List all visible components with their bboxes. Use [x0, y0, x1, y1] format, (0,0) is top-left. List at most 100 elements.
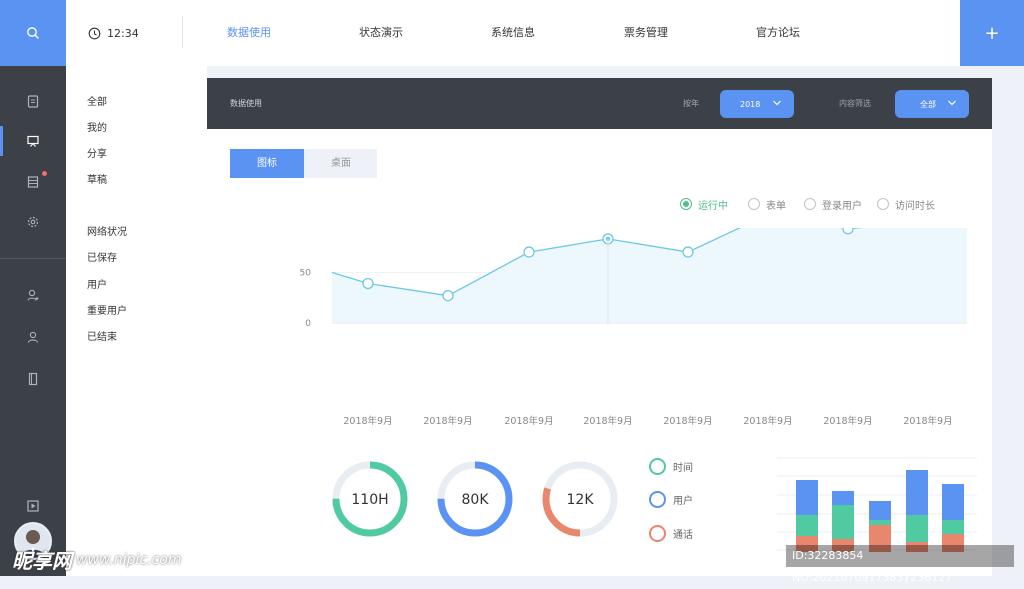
- book-icon: [28, 372, 38, 386]
- legend-form-label: 表单: [766, 200, 786, 212]
- search-button[interactable]: [0, 0, 66, 66]
- year-label: 按年: [683, 99, 699, 108]
- bar-segment-green: [906, 515, 928, 542]
- data-point: [362, 277, 374, 290]
- ring-legend-time-label: 时间: [673, 463, 693, 474]
- subnav-mine[interactable]: 我的: [87, 119, 107, 134]
- radio-running: [680, 198, 692, 210]
- x-tick-label: 2018年9月: [743, 415, 792, 427]
- watermark: 昵享网 www.nipic.com: [12, 545, 182, 574]
- filter-label: 内容筛选: [839, 99, 871, 108]
- x-tick-label: 2018年9月: [663, 415, 712, 427]
- rail-play[interactable]: [0, 486, 66, 526]
- x-tick-label: 2018年9月: [903, 415, 952, 427]
- y-tick-label: 0: [305, 319, 311, 329]
- legend-form[interactable]: 表单: [748, 197, 786, 212]
- server-icon: [27, 176, 39, 188]
- radio-visit-duration: [877, 198, 889, 210]
- tab-chart[interactable]: 图标: [230, 149, 304, 178]
- filter-value: 全部: [920, 99, 936, 109]
- nav-system-info[interactable]: 系统信息: [491, 0, 535, 66]
- notification-badge: [42, 171, 47, 176]
- legend-visit-duration[interactable]: 访问时长: [877, 197, 935, 212]
- data-point: [842, 228, 854, 235]
- ring-label: 12K: [567, 492, 595, 508]
- left-rail: [0, 0, 66, 576]
- bar-segment-blue: [832, 491, 854, 505]
- rail-settings[interactable]: [0, 202, 66, 242]
- legend-running[interactable]: 运行中: [680, 197, 728, 212]
- clock: 12:34: [88, 0, 139, 66]
- plus-icon: +: [984, 22, 1000, 44]
- clock-time: 12:34: [107, 26, 139, 40]
- ring-label: 80K: [462, 492, 490, 508]
- presentation-icon: [27, 135, 39, 147]
- topbar-divider: [182, 16, 183, 48]
- nav-ticket-management[interactable]: 票务管理: [624, 0, 668, 66]
- line-area: [332, 228, 967, 323]
- legend-logged-users-label: 登录用户: [822, 200, 862, 212]
- rail-book[interactable]: [0, 359, 66, 399]
- x-tick-label: 2018年9月: [343, 415, 392, 427]
- bar-segment-green: [796, 515, 818, 536]
- main-panel: 数据使用 按年 2018 内容筛选 全部 图标 桌面 运行中 表单 登录用户 访…: [207, 78, 992, 576]
- line-chart: 05010015080k2018年9月2018年9月2018年9月2018年9月…: [300, 228, 967, 427]
- legend-running-label: 运行中: [698, 200, 728, 212]
- tab-desktop[interactable]: 桌面: [304, 149, 378, 178]
- top-bar: 12:34 数据使用 状态演示 系统信息 票务管理 官方论坛: [66, 0, 960, 66]
- radio-form: [748, 198, 760, 210]
- y-tick-label: 50: [300, 268, 312, 278]
- nav-status-demo[interactable]: 状态演示: [359, 0, 403, 66]
- x-tick-label: 2018年9月: [504, 415, 553, 427]
- nav-data-usage[interactable]: 数据使用: [227, 0, 271, 66]
- bar-segment-green: [942, 520, 964, 534]
- bar-segment-green: [832, 505, 854, 539]
- rail-user[interactable]: [0, 317, 66, 357]
- rail-add-user[interactable]: [0, 275, 66, 315]
- ring-legend-dot-users: [649, 491, 666, 508]
- ring-label: 110H: [351, 492, 388, 508]
- subnav-drafts[interactable]: 草稿: [87, 171, 107, 186]
- settings-icon: [27, 216, 39, 228]
- chevron-down-icon: [948, 100, 956, 106]
- subnav-shared[interactable]: 分享: [87, 145, 107, 160]
- year-dropdown[interactable]: 2018: [720, 90, 794, 118]
- ring-legend-users: 用户: [649, 491, 693, 508]
- donut-charts: 110H 80K 12K: [332, 461, 618, 537]
- nav-official-forum[interactable]: 官方论坛: [756, 0, 800, 66]
- filter-dropdown[interactable]: 全部: [895, 90, 969, 118]
- panel-header: 数据使用 按年 2018 内容筛选 全部: [207, 78, 992, 129]
- watermark-id-text: ID:32283854 NO:20210709173837236127: [792, 549, 953, 584]
- rail-divider: [0, 258, 66, 259]
- x-tick-label: 2018年9月: [823, 415, 872, 427]
- chevron-down-icon: [773, 100, 781, 106]
- user-icon: [27, 331, 39, 343]
- play-icon: [27, 500, 39, 512]
- view-tabs: 图标 桌面: [230, 149, 377, 178]
- x-tick-label: 2018年9月: [423, 415, 472, 427]
- ring-legend-users-label: 用户: [673, 496, 693, 507]
- x-tick-label: 2018年9月: [583, 415, 632, 427]
- watermark-id: ID:32283854 NO:20210709173837236127: [786, 545, 1014, 584]
- subnav-saved[interactable]: 已保存: [87, 249, 117, 264]
- ring-legend-calls: 通话: [649, 525, 693, 542]
- panel-title: 数据使用: [230, 99, 262, 108]
- watermark-logo: 昵享网: [12, 549, 72, 573]
- rail-presentation[interactable]: [0, 121, 66, 161]
- subnav-users[interactable]: 用户: [87, 276, 107, 291]
- ring-legend-dot-calls: [649, 525, 666, 542]
- subnav-ended[interactable]: 已结束: [87, 328, 117, 343]
- secondary-sidebar: 全部 我的 分享 草稿 网络状况 已保存 用户 重要用户 已结束: [66, 66, 207, 576]
- subnav-all[interactable]: 全部: [87, 93, 107, 108]
- legend-logged-users[interactable]: 登录用户: [804, 197, 862, 212]
- bar-segment-blue: [796, 480, 818, 515]
- clipboard-icon: [27, 95, 39, 108]
- subnav-group-title: 网络状况: [87, 227, 127, 238]
- bar-segment-blue: [942, 484, 964, 520]
- subnav-important-users[interactable]: 重要用户: [87, 302, 127, 317]
- rail-clipboard[interactable]: [0, 81, 66, 121]
- add-button[interactable]: +: [960, 0, 1024, 66]
- rail-server[interactable]: [0, 162, 66, 202]
- bar-segment-blue: [906, 470, 928, 515]
- ring-legend-time: 时间: [649, 458, 693, 475]
